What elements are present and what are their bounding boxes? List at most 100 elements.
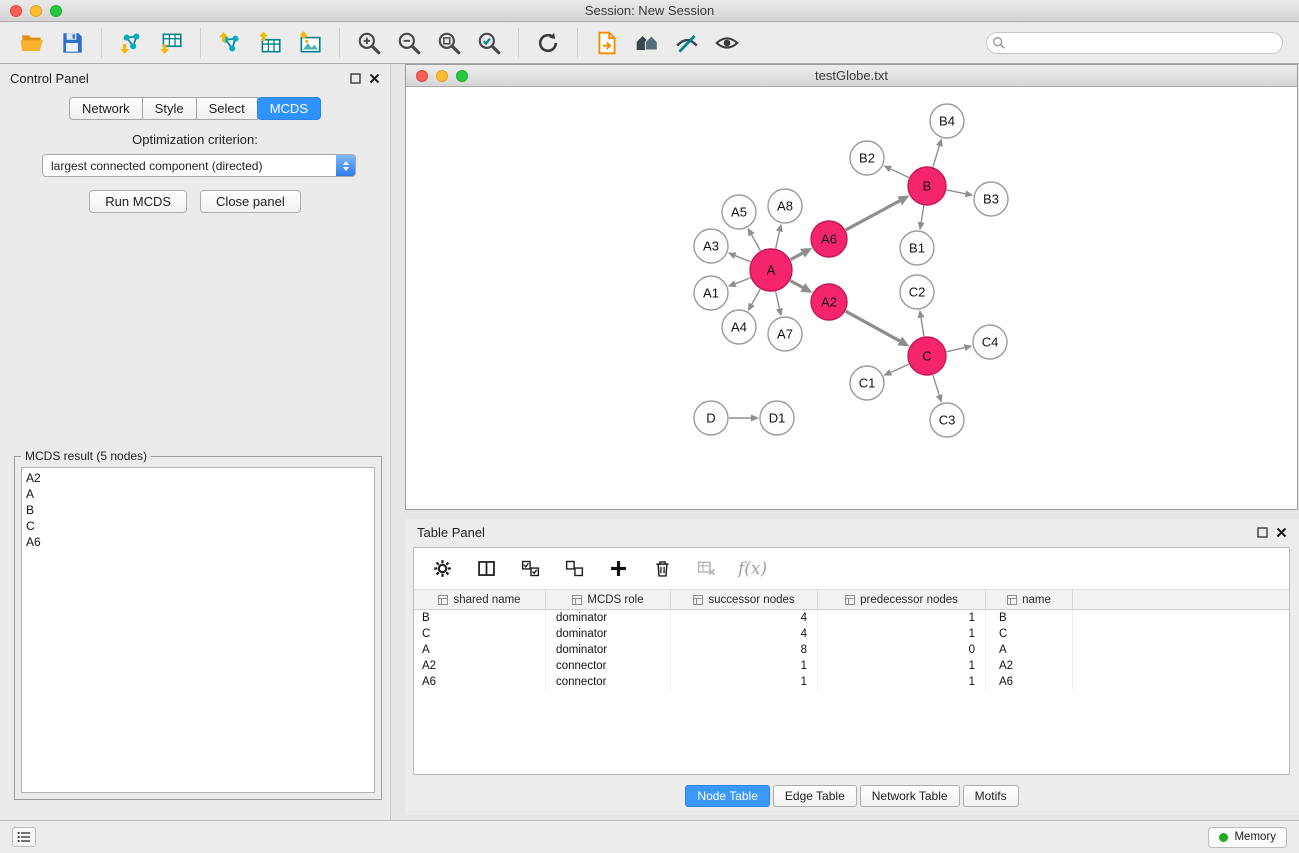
export-network-button[interactable] <box>210 26 250 60</box>
criterion-dropdown[interactable]: largest connected component (directed) <box>42 154 356 177</box>
table-cell[interactable]: A2 <box>986 658 1073 674</box>
task-history-button[interactable] <box>12 827 36 847</box>
tab-motifs[interactable]: Motifs <box>963 785 1019 807</box>
table-cell[interactable]: 1 <box>671 674 818 690</box>
export-image-button[interactable] <box>290 26 330 60</box>
graph-edge-B-B3[interactable] <box>947 190 966 194</box>
table-cell[interactable]: 1 <box>818 658 986 674</box>
close-table-panel-icon[interactable] <box>1276 527 1287 538</box>
column-header[interactable]: MCDS role <box>546 590 671 609</box>
network-overview-button[interactable] <box>627 26 667 60</box>
list-item[interactable]: A2 <box>22 470 374 486</box>
graph-edge-C-C4[interactable] <box>947 348 965 352</box>
list-item[interactable]: A6 <box>22 534 374 550</box>
graph-edge-C-C3[interactable] <box>933 375 939 395</box>
import-network-button[interactable] <box>111 26 151 60</box>
table-row[interactable]: Bdominator41B <box>414 610 1289 626</box>
apply-layout-button[interactable] <box>528 26 568 60</box>
tab-node-table[interactable]: Node Table <box>685 785 770 807</box>
table-row[interactable]: Adominator80A <box>414 642 1289 658</box>
unselect-all-button[interactable] <box>562 557 586 581</box>
table-cell[interactable]: 1 <box>818 626 986 642</box>
zoom-fit-button[interactable] <box>429 26 469 60</box>
select-all-button[interactable] <box>518 557 542 581</box>
list-item[interactable]: B <box>22 502 374 518</box>
graph-edge-A-A7[interactable] <box>776 291 780 308</box>
network-canvas[interactable]: B4B2BB3A8A5A6A3B1AC2A1A2A4A7C4CC1C3DD1 <box>406 87 1297 509</box>
table-cell[interactable]: B <box>414 610 546 626</box>
tab-mcds[interactable]: MCDS <box>257 97 321 120</box>
table-cell[interactable]: connector <box>546 674 671 690</box>
tab-network[interactable]: Network <box>69 97 143 120</box>
table-cell[interactable]: 8 <box>671 642 818 658</box>
graph-edge-A-A4[interactable] <box>752 289 761 304</box>
tab-edge-table[interactable]: Edge Table <box>773 785 857 807</box>
graph-edge-A2-C[interactable] <box>846 311 900 341</box>
graph-edge-A-A5[interactable] <box>752 235 761 251</box>
table-row[interactable]: A2connector11A2 <box>414 658 1289 674</box>
delete-table-button[interactable] <box>694 557 718 581</box>
table-row[interactable]: A6connector11A6 <box>414 674 1289 690</box>
export-table-button[interactable] <box>250 26 290 60</box>
column-header[interactable]: predecessor nodes <box>818 590 986 609</box>
graph-edge-B-B1[interactable] <box>921 206 924 223</box>
zoom-selected-button[interactable] <box>469 26 509 60</box>
table-cell[interactable]: C <box>414 626 546 642</box>
table-cell[interactable]: A <box>986 642 1073 658</box>
graph-edge-C-C2[interactable] <box>921 318 924 337</box>
network-view[interactable]: B4B2BB3A8A5A6A3B1AC2A1A2A4A7C4CC1C3DD1 <box>406 87 1297 509</box>
tab-select[interactable]: Select <box>196 97 258 120</box>
graph-edge-A-A2[interactable] <box>790 281 802 288</box>
table-cell[interactable]: B <box>986 610 1073 626</box>
tab-network-table[interactable]: Network Table <box>860 785 960 807</box>
function-builder-button[interactable]: f(x) <box>738 559 767 579</box>
run-mcds-button[interactable]: Run MCDS <box>89 190 187 213</box>
column-header[interactable]: shared name <box>414 590 546 609</box>
float-table-panel-icon[interactable] <box>1257 527 1268 538</box>
table-cell[interactable]: C <box>986 626 1073 642</box>
search-input[interactable] <box>986 32 1283 54</box>
graph-edge-B-B2[interactable] <box>891 169 909 178</box>
show-columns-button[interactable] <box>474 557 498 581</box>
zoom-out-button[interactable] <box>389 26 429 60</box>
table-cell[interactable]: A2 <box>414 658 546 674</box>
import-table-button[interactable] <box>151 26 191 60</box>
float-panel-icon[interactable] <box>350 73 361 84</box>
graph-edge-A-A8[interactable] <box>776 231 780 248</box>
graph-edge-C-C1[interactable] <box>891 364 909 372</box>
table-cell[interactable]: A6 <box>986 674 1073 690</box>
graph-edge-A-A3[interactable] <box>735 256 750 262</box>
save-session-button[interactable] <box>52 26 92 60</box>
table-cell[interactable]: A <box>414 642 546 658</box>
column-header[interactable]: successor nodes <box>671 590 818 609</box>
list-item[interactable]: A <box>22 486 374 502</box>
close-panel-icon[interactable] <box>369 73 380 84</box>
show-graphics-button[interactable] <box>707 26 747 60</box>
new-network-button[interactable] <box>587 26 627 60</box>
table-settings-button[interactable] <box>430 557 454 581</box>
table-cell[interactable]: connector <box>546 658 671 674</box>
table-cell[interactable]: 4 <box>671 610 818 626</box>
table-cell[interactable]: 0 <box>818 642 986 658</box>
table-row[interactable]: Cdominator41C <box>414 626 1289 642</box>
list-item[interactable]: C <box>22 518 374 534</box>
table-cell[interactable]: 1 <box>818 610 986 626</box>
memory-button[interactable]: Memory <box>1208 827 1287 848</box>
style-toggle-button[interactable] <box>667 26 707 60</box>
add-column-button[interactable] <box>606 557 630 581</box>
tab-style[interactable]: Style <box>142 97 197 120</box>
close-panel-button[interactable]: Close panel <box>200 190 301 213</box>
graph-edge-A-A6[interactable] <box>790 253 802 259</box>
graph-edge-A-A1[interactable] <box>735 278 750 284</box>
network-window-titlebar[interactable]: testGlobe.txt <box>406 65 1297 87</box>
zoom-in-button[interactable] <box>349 26 389 60</box>
open-session-button[interactable] <box>12 26 52 60</box>
table-cell[interactable]: dominator <box>546 642 671 658</box>
table-cell[interactable]: 4 <box>671 626 818 642</box>
delete-column-button[interactable] <box>650 557 674 581</box>
table-cell[interactable]: dominator <box>546 626 671 642</box>
table-cell[interactable]: 1 <box>671 658 818 674</box>
mcds-result-list[interactable]: A2ABCA6 <box>21 467 375 793</box>
table-cell[interactable]: 1 <box>818 674 986 690</box>
column-header[interactable]: name <box>986 590 1073 609</box>
